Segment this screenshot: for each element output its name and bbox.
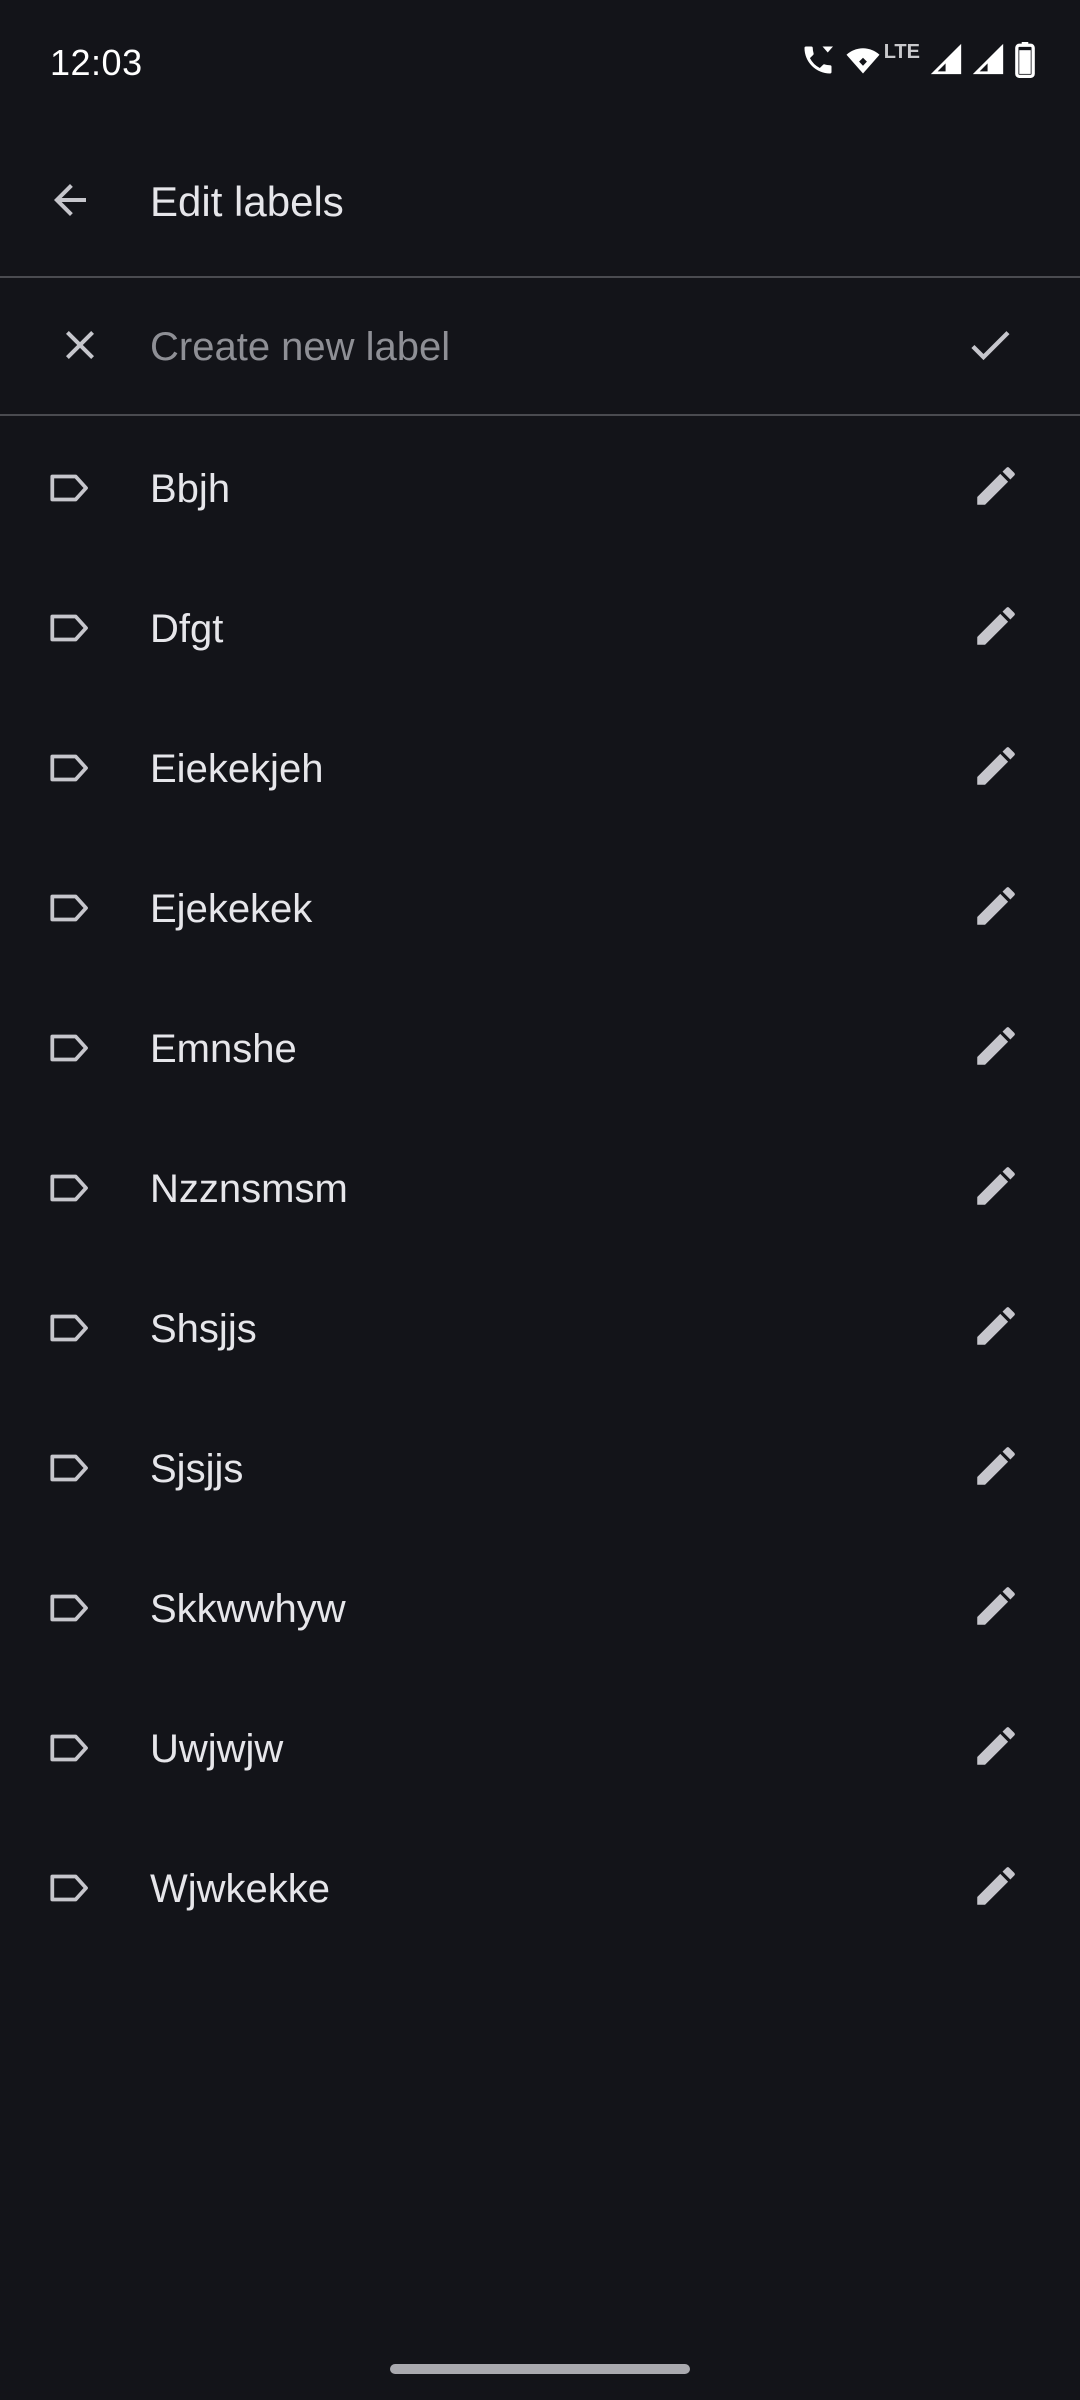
edit-label-button[interactable] [958, 730, 1034, 806]
label-item[interactable]: Emnshe [0, 976, 1080, 1116]
edit-label-button[interactable] [958, 1290, 1034, 1366]
label-item[interactable]: Dfgt [0, 556, 1080, 696]
pencil-icon [971, 1861, 1021, 1916]
status-icons: LTE [800, 40, 1036, 80]
signal-icon [972, 43, 1006, 77]
battery-icon [1014, 42, 1036, 78]
pencil-icon [971, 1721, 1021, 1776]
label-item[interactable]: Bbjh [0, 416, 1080, 556]
edit-label-button[interactable] [958, 1850, 1034, 1926]
label-item[interactable]: Sjsjjs [0, 1396, 1080, 1536]
app-bar: Edit labels [0, 126, 1080, 276]
label-name: Bbjh [150, 467, 231, 511]
edit-label-button[interactable] [958, 1010, 1034, 1086]
label-outline-icon [42, 880, 98, 936]
label-outline-icon [42, 460, 98, 516]
label-item[interactable]: Nzznsmsm [0, 1116, 1080, 1256]
arrow-back-icon [46, 176, 94, 229]
label-name: Sjsjjs [150, 1447, 244, 1491]
label-name: Uwjwjw [150, 1727, 284, 1771]
label-name: Nzznsmsm [150, 1167, 348, 1211]
edit-label-button[interactable] [958, 1150, 1034, 1226]
check-icon [964, 319, 1016, 376]
pencil-icon [971, 1441, 1021, 1496]
back-button[interactable] [30, 162, 110, 242]
label-outline-icon [42, 600, 98, 656]
cancel-create-button[interactable] [40, 307, 120, 387]
edit-label-button[interactable] [958, 450, 1034, 526]
edit-label-button[interactable] [958, 590, 1034, 666]
label-name: Ejekekek [150, 887, 313, 931]
create-label-input[interactable] [150, 314, 910, 380]
label-item[interactable]: Ejekekek [0, 836, 1080, 976]
label-name: Wjwkekke [150, 1867, 331, 1911]
label-name: Emnshe [150, 1027, 297, 1071]
wifi-calling-icon [800, 42, 836, 78]
label-item[interactable]: Wjwkekke [0, 1816, 1080, 1956]
pencil-icon [971, 601, 1021, 656]
create-label-row [0, 280, 1080, 414]
label-outline-icon [42, 1300, 98, 1356]
label-outline-icon [42, 1720, 98, 1776]
pencil-icon [971, 1161, 1021, 1216]
wifi-icon [844, 42, 882, 78]
label-outline-icon [42, 1440, 98, 1496]
label-outline-icon [42, 1160, 98, 1216]
label-name: Dfgt [150, 607, 224, 651]
label-item[interactable]: Shsjjs [0, 1256, 1080, 1396]
page-title: Edit labels [150, 178, 344, 225]
label-outline-icon [42, 740, 98, 796]
label-item[interactable]: Uwjwjw [0, 1676, 1080, 1816]
pencil-icon [971, 461, 1021, 516]
network-type-label: LTE [883, 40, 920, 63]
divider [0, 276, 1080, 278]
edit-label-button[interactable] [958, 1710, 1034, 1786]
labels-list: Bbjh Dfgt Eiekekjeh Ejekekek Emnshe Nzzn… [0, 416, 1080, 1956]
close-icon [56, 321, 104, 374]
label-name: Shsjjs [150, 1307, 257, 1351]
pencil-icon [971, 741, 1021, 796]
label-outline-icon [42, 1860, 98, 1916]
pencil-icon [971, 881, 1021, 936]
label-outline-icon [42, 1580, 98, 1636]
label-item[interactable]: Skkwwhyw [0, 1536, 1080, 1676]
pencil-icon [971, 1021, 1021, 1076]
edit-label-button[interactable] [958, 870, 1034, 946]
edit-label-button[interactable] [958, 1570, 1034, 1646]
pencil-icon [971, 1581, 1021, 1636]
label-name: Skkwwhyw [150, 1587, 346, 1631]
label-outline-icon [42, 1020, 98, 1076]
status-bar: 12:03 LTE [0, 0, 1080, 126]
label-name: Eiekekjeh [150, 747, 324, 791]
signal-icon [930, 43, 964, 77]
gesture-nav-handle[interactable] [390, 2364, 690, 2374]
confirm-create-button[interactable] [950, 307, 1030, 387]
edit-label-button[interactable] [958, 1430, 1034, 1506]
label-item[interactable]: Eiekekjeh [0, 696, 1080, 836]
pencil-icon [971, 1301, 1021, 1356]
status-time: 12:03 [50, 42, 143, 83]
